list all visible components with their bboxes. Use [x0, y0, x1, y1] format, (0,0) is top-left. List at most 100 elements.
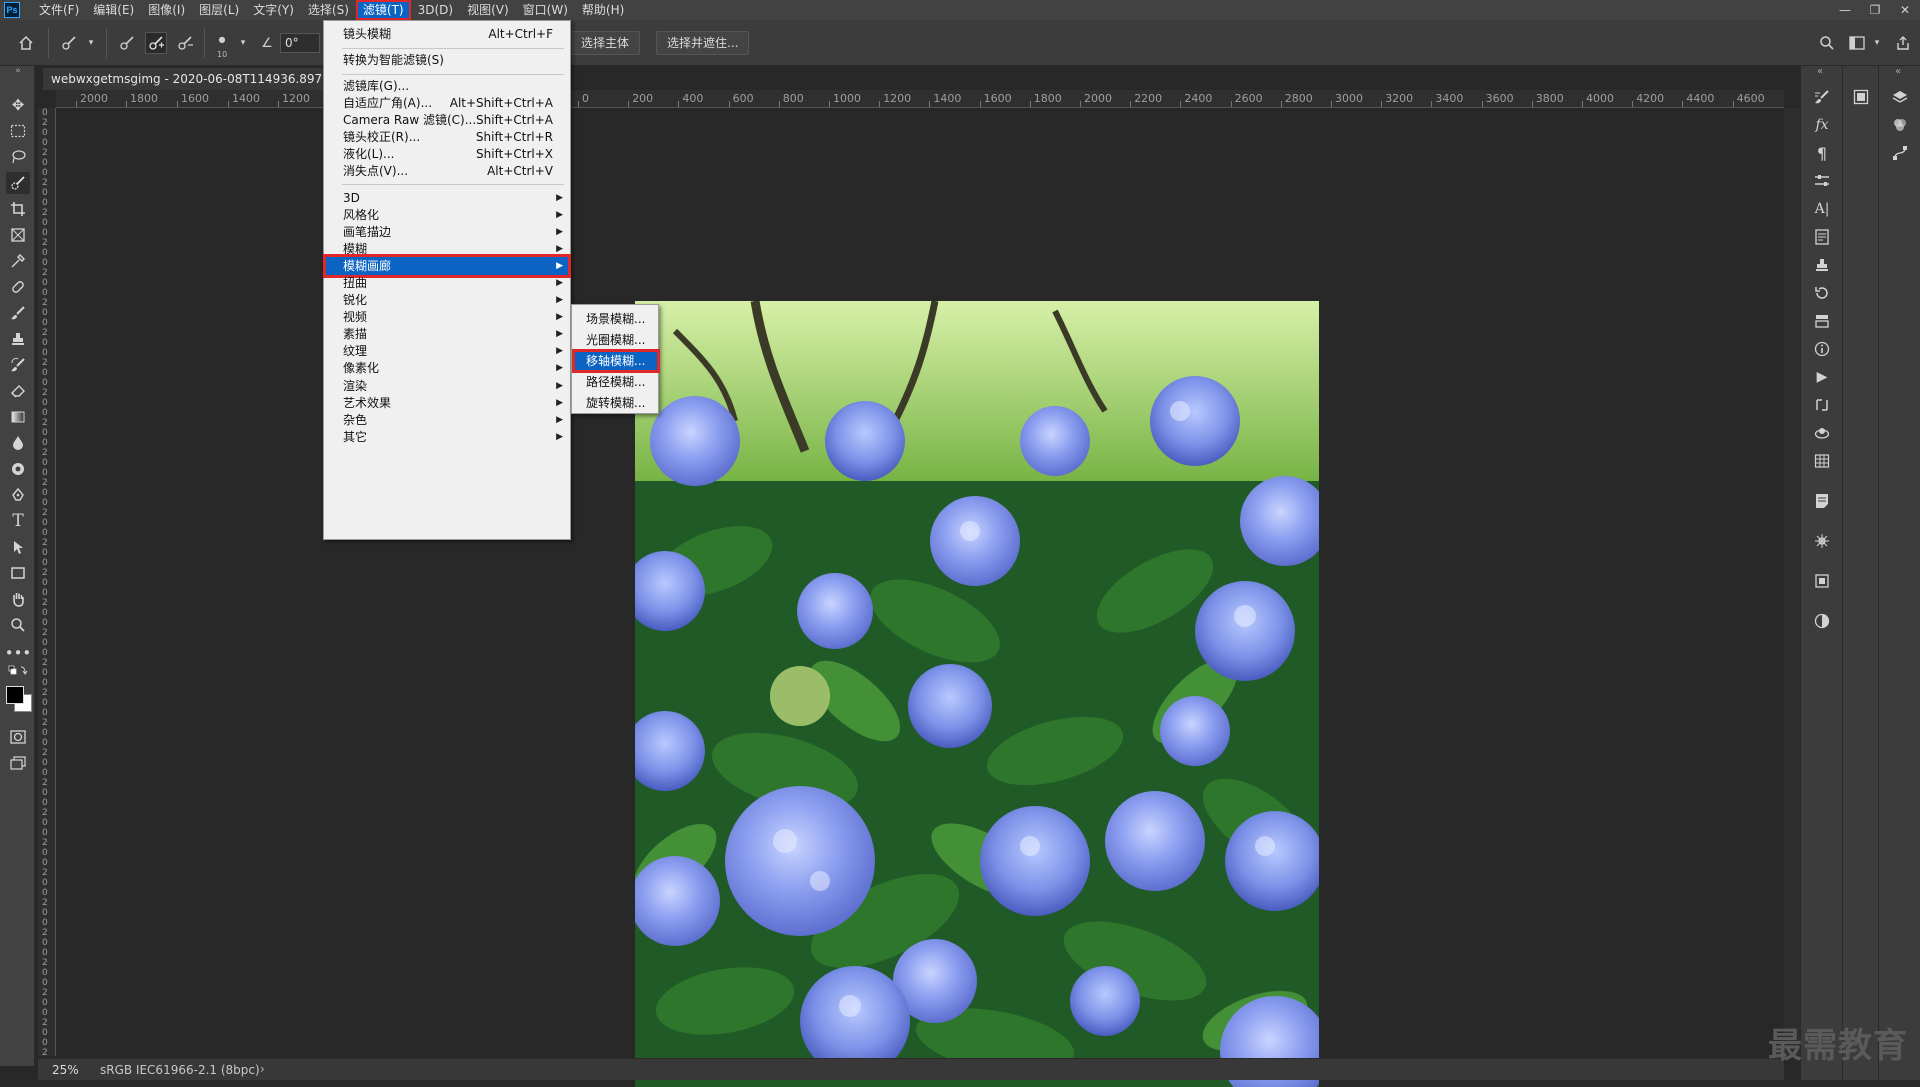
paths-icon[interactable] — [1888, 142, 1912, 164]
dodge-tool-icon[interactable] — [6, 458, 30, 480]
collapse-toolbar-icon[interactable]: » — [6, 66, 30, 76]
canvas-area[interactable] — [56, 108, 1784, 1087]
brush-settings-icon[interactable] — [1810, 86, 1834, 108]
close-button[interactable]: ✕ — [1890, 0, 1920, 20]
properties-icon[interactable] — [1810, 226, 1834, 248]
quick-selection-tool-icon[interactable] — [6, 172, 30, 194]
adjustments-icon[interactable] — [1810, 170, 1834, 192]
clone-stamp-tool-icon[interactable] — [6, 328, 30, 350]
menu-select[interactable]: 选择(S) — [301, 0, 356, 20]
menu-edit[interactable]: 编辑(E) — [86, 0, 141, 20]
filter-menu-item[interactable]: 镜头模糊 Alt+Ctrl+F — [325, 24, 569, 44]
brush-tool-icon[interactable] — [6, 302, 30, 324]
search-icon[interactable] — [1816, 32, 1838, 54]
default-colors-icon[interactable] — [6, 664, 30, 678]
subtract-from-selection-icon[interactable] — [174, 32, 196, 54]
new-selection-icon[interactable] — [116, 32, 138, 54]
filter-menu-item[interactable]: 像素化 ▶ — [325, 358, 569, 378]
menu-window[interactable]: 窗口(W) — [516, 0, 575, 20]
notes-icon[interactable] — [1810, 490, 1834, 512]
swatches-panel-icon[interactable] — [1849, 86, 1873, 108]
filter-menu-item[interactable]: 转换为智能滤镜(S) — [325, 50, 569, 70]
navigator-icon[interactable] — [1810, 394, 1834, 416]
path-selection-tool-icon[interactable] — [6, 536, 30, 558]
blur-gallery-item[interactable]: 移轴模糊... — [572, 349, 660, 373]
layers-icon[interactable] — [1888, 86, 1912, 108]
measurement-icon[interactable] — [1810, 530, 1834, 552]
collapse-panel-icon[interactable]: « — [1817, 66, 1823, 77]
blur-gallery-item[interactable]: 旋转模糊... — [574, 393, 658, 413]
status-expand-icon[interactable]: › — [260, 1062, 265, 1076]
workspace-icon[interactable] — [1846, 32, 1868, 54]
3d-icon[interactable] — [1810, 422, 1834, 444]
quick-selection-preset-icon[interactable] — [58, 32, 80, 54]
document-tab[interactable]: webwxgetmsgimg - 2020-06-08T114936.897.j… — [43, 68, 353, 90]
marquee-tool-icon[interactable] — [6, 120, 30, 142]
home-icon[interactable] — [15, 32, 37, 54]
crop-tool-icon[interactable] — [6, 198, 30, 220]
select-and-mask-button[interactable]: 选择并遮住... — [656, 31, 750, 55]
channels-icon[interactable] — [1888, 114, 1912, 136]
menu-3d[interactable]: 3D(D) — [411, 0, 460, 20]
filter-menu-item[interactable]: 其它 ▶ — [325, 427, 569, 447]
frame-tool-icon[interactable] — [6, 224, 30, 246]
brush-dropdown-chevron-icon[interactable]: ▾ — [232, 32, 254, 54]
layer-styles-fx-icon[interactable]: fx — [1810, 114, 1834, 136]
ruler-label: 3400 — [1435, 92, 1464, 105]
eraser-tool-icon[interactable] — [6, 380, 30, 402]
vertical-scrollbar[interactable] — [1784, 108, 1800, 1056]
add-to-selection-icon[interactable] — [145, 32, 167, 54]
submenu-arrow-icon: ▶ — [556, 432, 563, 442]
expand-panel-icon[interactable]: « — [1895, 66, 1901, 77]
hand-tool-icon[interactable] — [6, 588, 30, 610]
history-brush-tool-icon[interactable] — [6, 354, 30, 376]
layer-comps-icon[interactable] — [1810, 310, 1834, 332]
blur-gallery-item[interactable]: 路径模糊... — [574, 372, 658, 392]
preset-dropdown-chevron-icon[interactable]: ▾ — [80, 32, 102, 54]
brush-preview-icon[interactable]: ● — [211, 28, 233, 50]
timeline-grid-icon[interactable] — [1810, 450, 1834, 472]
restore-button[interactable]: ❐ — [1860, 0, 1890, 20]
ruler-digit: 2 — [42, 178, 48, 188]
minimize-button[interactable]: — — [1830, 0, 1860, 20]
menu-filter[interactable]: 滤镜(T) — [355, 0, 411, 20]
menu-view[interactable]: 视图(V) — [460, 0, 516, 20]
blur-gallery-item[interactable]: 场景模糊... — [574, 309, 658, 329]
foreground-color-swatch[interactable] — [6, 686, 24, 704]
share-icon[interactable] — [1892, 32, 1914, 54]
actions-play-icon[interactable]: ▶ — [1810, 366, 1834, 388]
angle-input[interactable]: 0° — [280, 33, 320, 53]
menu-type[interactable]: 文字(Y) — [246, 0, 301, 20]
edit-toolbar-icon[interactable]: ••• — [5, 642, 32, 664]
healing-brush-tool-icon[interactable] — [6, 276, 30, 298]
lasso-tool-icon[interactable] — [6, 146, 30, 168]
character-icon[interactable]: A| — [1810, 198, 1834, 220]
info-icon[interactable] — [1810, 338, 1834, 360]
libraries-icon[interactable] — [1810, 570, 1834, 592]
eyedropper-tool-icon[interactable] — [6, 250, 30, 272]
zoom-tool-icon[interactable] — [6, 614, 30, 636]
blur-tool-icon[interactable] — [6, 432, 30, 454]
zoom-level[interactable]: 25% — [52, 1063, 79, 1077]
paragraph-icon[interactable]: ¶ — [1810, 142, 1834, 164]
menu-image[interactable]: 图像(I) — [141, 0, 192, 20]
ruler-digit: 2 — [42, 1048, 48, 1056]
move-tool-icon[interactable]: ✥ — [6, 94, 30, 116]
quick-mask-icon[interactable] — [6, 726, 30, 748]
screen-mode-icon[interactable] — [6, 752, 30, 774]
filter-menu-item[interactable]: 消失点(V)... Alt+Ctrl+V — [325, 161, 569, 181]
clone-source-icon[interactable] — [1810, 254, 1834, 276]
blur-gallery-item[interactable]: 光圈模糊... — [574, 330, 658, 350]
menu-layer[interactable]: 图层(L) — [192, 0, 246, 20]
history-icon[interactable] — [1810, 282, 1834, 304]
color-icon[interactable] — [1810, 610, 1834, 632]
gradient-tool-icon[interactable] — [6, 406, 30, 428]
rectangle-tool-icon[interactable] — [6, 562, 30, 584]
hydrangea-photo[interactable] — [635, 301, 1319, 1087]
select-subject-button[interactable]: 选择主体 — [570, 31, 641, 55]
workspace-dropdown-chevron-icon[interactable]: ▾ — [1866, 32, 1888, 54]
pen-tool-icon[interactable] — [6, 484, 30, 506]
menu-help[interactable]: 帮助(H) — [575, 0, 631, 20]
menu-file[interactable]: 文件(F) — [32, 0, 86, 20]
type-tool-icon[interactable]: T — [6, 510, 30, 532]
